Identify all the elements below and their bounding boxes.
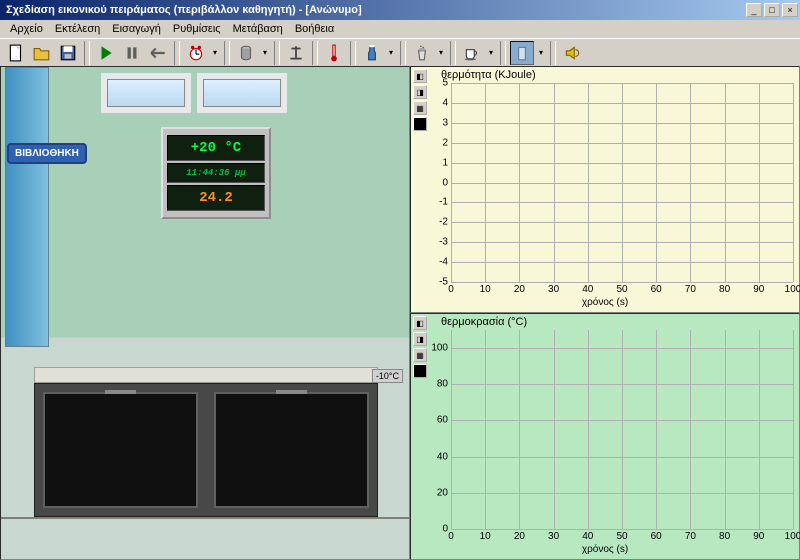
glass-icon[interactable]: [510, 41, 534, 65]
bottle-icon[interactable]: [360, 41, 384, 65]
display-panel[interactable]: +20 °C 11:44:36 μμ 24.2: [161, 127, 271, 219]
chart-xlabel: χρόνος (s): [582, 544, 628, 555]
toolbar-separator: [224, 41, 230, 65]
content-area: ΒΙΒΛΙΟΘΗΚΗ +20 °C 11:44:36 μμ 24.2 -10°C…: [0, 66, 800, 560]
save-file-icon[interactable]: [56, 41, 80, 65]
fridge-temp-label: -10°C: [372, 369, 403, 383]
menu-file[interactable]: Αρχείο: [4, 21, 49, 37]
window-title: Σχεδίαση εικονικού πειράματος (περιβάλλο…: [2, 4, 746, 16]
chart-title: θερμοκρασία (°C): [441, 316, 527, 328]
lab-counter: [34, 367, 378, 517]
counter-body: [34, 383, 378, 517]
lab-scene[interactable]: ΒΙΒΛΙΟΘΗΚΗ +20 °C 11:44:36 μμ 24.2 -10°C: [0, 66, 410, 560]
clock-dropdown[interactable]: ▾: [210, 48, 220, 57]
chart-save-icon[interactable]: [413, 364, 427, 378]
pause-icon[interactable]: [120, 41, 144, 65]
toolbar-separator: [312, 41, 318, 65]
temperature-chart[interactable]: ◧ ◨ ▦ θερμοκρασία (°C) 02040608010001020…: [410, 313, 800, 560]
stand-icon[interactable]: [284, 41, 308, 65]
toolbar-separator: [400, 41, 406, 65]
cup-dropdown[interactable]: ▾: [486, 48, 496, 57]
cylinder-icon[interactable]: [234, 41, 258, 65]
bottle-dropdown[interactable]: ▾: [386, 48, 396, 57]
open-file-icon[interactable]: [30, 41, 54, 65]
menu-goto[interactable]: Μετάβαση: [227, 21, 289, 37]
library-label: ΒΙΒΛΙΟΘΗΚΗ: [7, 143, 87, 164]
chart-tool-icon[interactable]: ◧: [413, 69, 427, 83]
rewind-icon[interactable]: [146, 41, 170, 65]
glass-dropdown[interactable]: ▾: [536, 48, 546, 57]
menu-help[interactable]: Βοήθεια: [289, 21, 340, 37]
menu-settings[interactable]: Ρυθμίσεις: [167, 21, 227, 37]
counter-top: [34, 367, 378, 383]
menu-insert[interactable]: Εισαγωγή: [106, 21, 167, 37]
close-button[interactable]: ×: [782, 3, 798, 17]
shaker-icon[interactable]: [410, 41, 434, 65]
heat-chart[interactable]: ◧ ◨ ▦ θερμότητα (KJoule) -5-4-3-2-101234…: [410, 66, 800, 313]
chart-tool-icon[interactable]: ◨: [413, 85, 427, 99]
lab-windows: [101, 73, 287, 113]
value-display: 24.2: [167, 185, 265, 211]
cabinet-door[interactable]: [214, 392, 369, 508]
window-pane: [101, 73, 191, 113]
toolbar-separator: [274, 41, 280, 65]
chart-plot-area: 0204060801000102030405060708090100: [451, 330, 793, 529]
toolbar-separator: [174, 41, 180, 65]
cup-icon[interactable]: [460, 41, 484, 65]
menu-run[interactable]: Εκτέλεση: [49, 21, 106, 37]
play-icon[interactable]: [94, 41, 118, 65]
chart-side-tools: ◧ ◨ ▦: [411, 67, 429, 133]
chart-tool-icon[interactable]: ◨: [413, 332, 427, 346]
toolbar: ▾ ▾ ▾ ▾ ▾ ▾: [0, 38, 800, 66]
toolbar-separator: [500, 41, 506, 65]
speaker-icon[interactable]: [560, 41, 584, 65]
clock-display: 11:44:36 μμ: [167, 163, 265, 183]
menu-bar: Αρχείο Εκτέλεση Εισαγωγή Ρυθμίσεις Μετάβ…: [0, 20, 800, 38]
maximize-button[interactable]: □: [764, 3, 780, 17]
toolbar-separator: [84, 41, 90, 65]
cylinder-dropdown[interactable]: ▾: [260, 48, 270, 57]
toolbar-separator: [550, 41, 556, 65]
toolbar-separator: [350, 41, 356, 65]
cabinet-door[interactable]: [43, 392, 198, 508]
temperature-display: +20 °C: [167, 135, 265, 161]
floor-line: [1, 517, 409, 519]
chart-title: θερμότητα (KJoule): [441, 69, 536, 81]
new-file-icon[interactable]: [4, 41, 28, 65]
chart-xlabel: χρόνος (s): [582, 297, 628, 308]
chart-tool-icon[interactable]: ▦: [413, 348, 427, 362]
chart-tool-icon[interactable]: ◧: [413, 316, 427, 330]
chart-tool-icon[interactable]: ▦: [413, 101, 427, 115]
clock-icon[interactable]: [184, 41, 208, 65]
chart-plot-area: -5-4-3-2-10123450102030405060708090100: [451, 83, 793, 282]
chart-side-tools: ◧ ◨ ▦: [411, 314, 429, 380]
door: [5, 67, 49, 347]
chart-save-icon[interactable]: [413, 117, 427, 131]
shaker-dropdown[interactable]: ▾: [436, 48, 446, 57]
toolbar-separator: [450, 41, 456, 65]
window-pane: [197, 73, 287, 113]
charts-panel: ◧ ◨ ▦ θερμότητα (KJoule) -5-4-3-2-101234…: [410, 66, 800, 560]
window-controls: _ □ ×: [746, 3, 798, 17]
minimize-button[interactable]: _: [746, 3, 762, 17]
title-bar: Σχεδίαση εικονικού πειράματος (περιβάλλο…: [0, 0, 800, 20]
thermometer-icon[interactable]: [322, 41, 346, 65]
